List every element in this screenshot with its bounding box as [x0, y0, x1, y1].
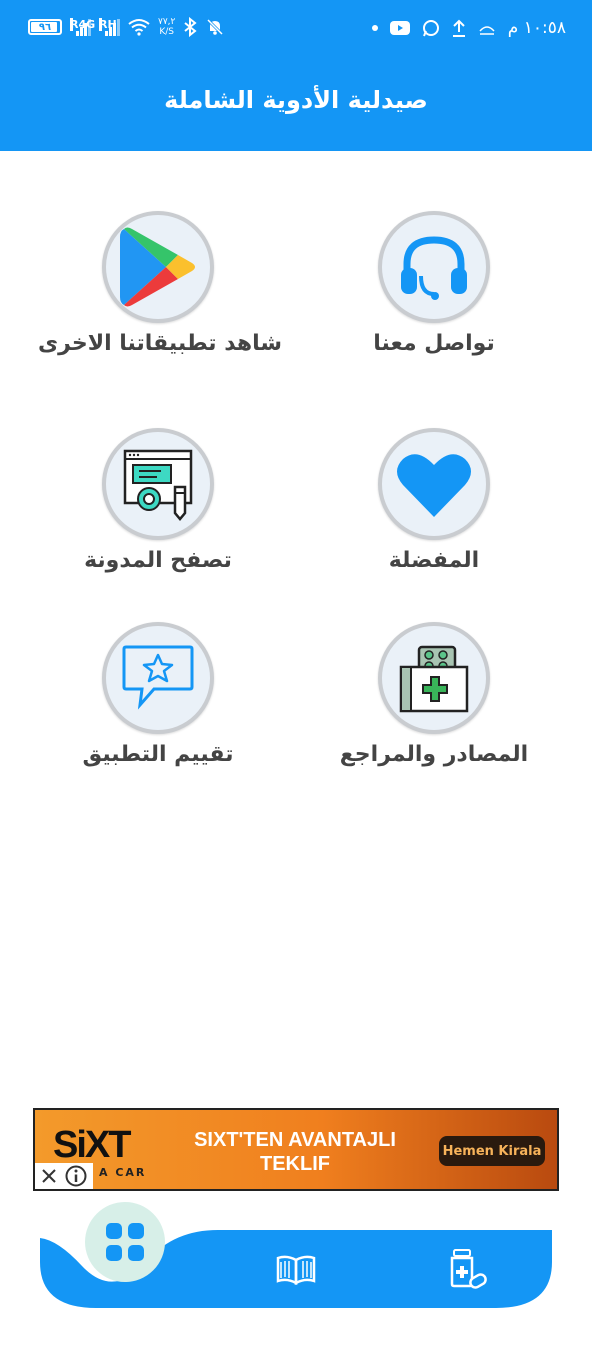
menu-item-label: تقييم التطبيق	[82, 742, 234, 767]
network-speed: ٧٧,٢ K/S	[158, 17, 175, 37]
bottom-navigation	[38, 1190, 554, 1312]
ad-controls	[35, 1163, 93, 1189]
rate-star-icon	[122, 645, 194, 710]
google-play-icon	[120, 227, 195, 307]
grid-icon	[106, 1223, 144, 1261]
clock: ١٠:٥٨ م	[507, 18, 566, 38]
menu-item-favorites[interactable]: المفضلة	[314, 428, 554, 573]
battery-icon: ٩٦	[28, 19, 62, 35]
blog-icon	[123, 449, 193, 521]
menu-item-other-apps[interactable]: شاهد تطبيقاتنا الاخرى	[38, 211, 283, 356]
ad-brand-sub: A CAR	[99, 1166, 147, 1179]
upload-icon	[452, 19, 465, 37]
menu-item-label: تصفح المدونة	[84, 548, 232, 573]
bluetooth-icon	[184, 17, 197, 37]
sim1-label: R4G	[70, 18, 96, 31]
speed-value: ٧٧,٢	[158, 17, 176, 27]
ad-info-icon[interactable]	[64, 1164, 88, 1188]
cloud-icon	[479, 26, 495, 35]
menu-item-label: المفضلة	[388, 548, 480, 573]
signal-sim1-icon: R4G	[70, 18, 96, 36]
menu-item-sources[interactable]: المصادر والمراجع	[314, 622, 554, 767]
sim2-label: RH	[99, 18, 117, 31]
headphones-icon	[401, 236, 467, 300]
menu-item-contact-us[interactable]: تواصل معنا	[314, 211, 554, 356]
signal-sim2-icon: RH	[99, 18, 120, 36]
status-right: ١٠:٥٨ م	[371, 18, 566, 38]
bell-muted-icon	[207, 18, 224, 36]
nav-item-medicines[interactable]	[442, 1246, 492, 1292]
menu-item-icon-circle	[102, 211, 214, 323]
nav-item-home[interactable]	[85, 1202, 165, 1282]
status-bar: ٩٦ R4G RH ٧٧,٢ K/S ١٠:٥٨ م	[0, 0, 592, 60]
ad-brand-logo: SiXT	[53, 1124, 131, 1166]
menu-item-blog[interactable]: تصفح المدونة	[38, 428, 278, 573]
ad-close-icon[interactable]	[38, 1165, 60, 1187]
battery-level: ٩٦	[38, 21, 52, 33]
ad-headline: SIXT'TEN AVANTAJLI TEKLIF	[194, 1129, 396, 1175]
whatsapp-icon	[422, 20, 439, 37]
ad-cta-button[interactable]: Hemen Kirala	[439, 1136, 545, 1166]
app-screen: ٩٦ R4G RH ٧٧,٢ K/S ١٠:٥٨ م صيدلية الأدوي…	[0, 0, 592, 1349]
wifi-icon	[128, 19, 150, 36]
app-header: ٩٦ R4G RH ٧٧,٢ K/S ١٠:٥٨ م صيدلية الأدوي…	[0, 0, 592, 151]
book-icon	[276, 1255, 316, 1286]
medicine-icon	[450, 1249, 487, 1289]
speed-unit: K/S	[159, 27, 175, 37]
menu-item-icon-circle	[102, 622, 214, 734]
menu-item-label: شاهد تطبيقاتنا الاخرى	[38, 331, 283, 356]
status-left: ٩٦ R4G RH ٧٧,٢ K/S	[28, 17, 225, 37]
menu-item-rate-app[interactable]: تقييم التطبيق	[38, 622, 278, 767]
menu-item-label: تواصل معنا	[373, 331, 495, 356]
medicine-box-icon	[399, 645, 469, 713]
ad-banner[interactable]: SiXT A CAR SIXT'TEN AVANTAJLI TEKLIF Hem…	[33, 1108, 559, 1191]
youtube-icon	[389, 21, 410, 35]
menu-item-icon-circle	[378, 622, 490, 734]
menu-item-label: المصادر والمراجع	[339, 742, 529, 767]
menu-item-icon-circle	[102, 428, 214, 540]
nav-item-library[interactable]	[268, 1250, 324, 1290]
heart-icon	[397, 454, 471, 517]
dot-icon	[371, 25, 378, 31]
page-title: صيدلية الأدوية الشاملة	[164, 86, 428, 114]
menu-item-icon-circle	[378, 211, 490, 323]
menu-item-icon-circle	[378, 428, 490, 540]
